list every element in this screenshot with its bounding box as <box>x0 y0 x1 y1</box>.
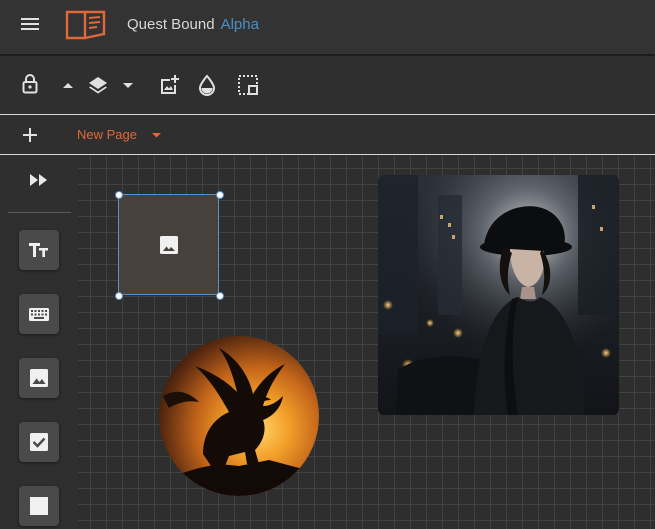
add-icon[interactable] <box>23 128 37 142</box>
image-icon <box>160 236 178 254</box>
lock-icon[interactable] <box>22 74 38 94</box>
app-bar: Quest Bound Alpha <box>0 0 655 54</box>
keyboard-tool-icon <box>29 308 49 321</box>
fast-forward-icon[interactable] <box>29 173 49 187</box>
resize-handle-top-right[interactable] <box>216 191 224 199</box>
dragon-image[interactable] <box>159 336 319 496</box>
resize-handle-top-left[interactable] <box>115 191 123 199</box>
resize-handle-bottom-right[interactable] <box>216 292 224 300</box>
opacity-icon[interactable] <box>198 74 216 96</box>
page-dropdown-icon[interactable] <box>151 132 162 139</box>
dropdown-icon[interactable] <box>122 82 134 90</box>
menu-icon[interactable] <box>21 16 39 32</box>
image-tool-button[interactable] <box>19 358 59 398</box>
book-logo-icon[interactable] <box>65 9 107 41</box>
layers-icon[interactable] <box>88 76 108 94</box>
text-tool-button[interactable] <box>19 230 59 270</box>
checkbox-tool-button[interactable] <box>19 422 59 462</box>
square-tool-icon <box>30 497 48 515</box>
text-tool-icon <box>29 243 48 257</box>
image-placeholder[interactable] <box>118 194 219 295</box>
image-tool-icon <box>30 369 48 387</box>
add-image-icon[interactable] <box>158 74 180 96</box>
woman-photo-scene <box>378 175 619 415</box>
app-title: Quest Bound Alpha <box>127 16 259 33</box>
alpha-tag: Alpha <box>220 16 259 33</box>
app-name: Quest Bound <box>127 16 215 33</box>
keyboard-tool-button[interactable] <box>19 294 59 334</box>
selection-box-icon[interactable] <box>238 75 258 95</box>
page-canvas[interactable] <box>78 155 655 529</box>
checkbox-tool-icon <box>30 433 48 451</box>
arrow-up-icon[interactable] <box>62 81 74 89</box>
dragon-silhouette <box>159 348 319 496</box>
woman-photo[interactable] <box>378 175 619 415</box>
toolbar <box>0 56 655 115</box>
page-tab-new-page[interactable]: New Page <box>77 127 137 142</box>
sidebar-divider <box>8 212 71 213</box>
square-tool-button[interactable] <box>19 486 59 526</box>
resize-handle-bottom-left[interactable] <box>115 292 123 300</box>
